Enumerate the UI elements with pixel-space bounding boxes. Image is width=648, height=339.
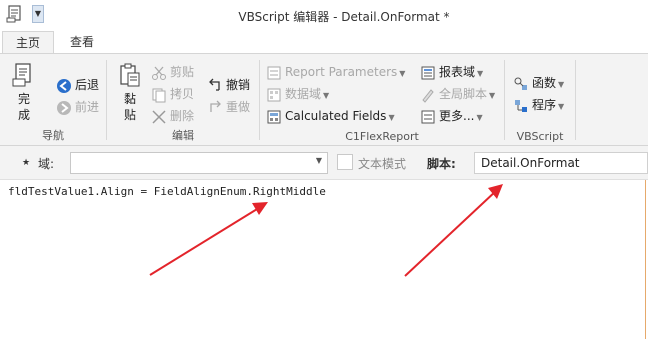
more-button[interactable]: 更多... ▼ <box>420 107 483 125</box>
text-mode-label: 文本模式 <box>358 157 407 171</box>
forward-arrow-icon <box>57 100 71 115</box>
chevron-down-icon: ▼ <box>399 69 406 78</box>
data-fields-button[interactable]: 数据域 ▼ <box>266 85 329 103</box>
functions-icon <box>514 77 527 90</box>
procedures-icon <box>515 99 527 112</box>
chevron-down-icon: ▼ <box>323 91 330 100</box>
chevron-down-icon: ▼ <box>315 156 322 165</box>
functions-label: 函数 <box>532 76 557 90</box>
report-parameters-label: Report Parameters <box>285 65 398 79</box>
asterisk-icon: ★ <box>22 158 31 168</box>
nav-group-label: 导航 <box>42 129 64 142</box>
code-editor[interactable]: fldTestValue1.Align = FieldAlignEnum.Rig… <box>0 180 646 339</box>
paste-button[interactable]: 黏 贴 <box>115 62 145 123</box>
tab-view[interactable]: 查看 <box>58 31 106 54</box>
forward-label: 前进 <box>75 100 100 114</box>
undo-button[interactable]: 撤销 <box>207 76 250 94</box>
procedures-label: 程序 <box>532 98 557 112</box>
back-arrow-icon <box>57 78 71 93</box>
flexreport-group: Report Parameters ▼ 数据域 ▼ Calculated Field… <box>260 54 504 146</box>
field-label: 域: <box>38 157 55 171</box>
chevron-down-icon: ▼ <box>558 80 565 89</box>
chevron-down-icon: ▼ <box>476 113 483 122</box>
report-fields-button[interactable]: 报表域 ▼ <box>420 63 483 81</box>
report-parameters-icon <box>267 66 281 79</box>
chevron-down-icon: ▼ <box>477 69 484 78</box>
vbscript-group: 函数 ▼ 程序 ▼ VBScript <box>505 54 575 146</box>
chevron-down-icon: ▼ <box>489 91 496 100</box>
functions-button[interactable]: 函数 ▼ <box>513 74 564 92</box>
field-select[interactable]: ▼ <box>70 152 328 174</box>
undo-label: 撤销 <box>226 78 251 92</box>
report-fields-icon <box>421 66 435 79</box>
vbscript-group-label: VBScript <box>516 130 564 143</box>
calculated-fields-icon <box>267 110 281 123</box>
calculated-fields-button[interactable]: Calculated Fields ▼ <box>266 107 395 125</box>
finish-button[interactable]: 完 成 <box>8 62 40 123</box>
field-bar: ★ 域: ▼ 文本模式 脚本: Detail.OnFormat <box>0 146 648 180</box>
data-fields-label: 数据域 <box>285 87 322 101</box>
nav-group: 完 成 后退 前进 导航 <box>0 54 106 146</box>
report-fields-label: 报表域 <box>439 65 476 79</box>
chevron-down-icon: ▼ <box>388 113 395 122</box>
global-script-button[interactable]: 全局脚本 ▼ <box>420 85 495 103</box>
ribbon: 完 成 后退 前进 导航 黏 贴 剪贴 拷贝 删除 撤销 重做 编辑 Repor… <box>0 53 648 146</box>
report-parameters-button[interactable]: Report Parameters ▼ <box>266 63 405 81</box>
script-name-field[interactable]: Detail.OnFormat <box>474 152 648 174</box>
paste-label-2: 贴 <box>123 108 136 122</box>
redo-label: 重做 <box>226 100 251 114</box>
back-label: 后退 <box>75 78 100 92</box>
cut-label: 剪贴 <box>170 65 195 79</box>
code-line: fldTestValue1.Align = FieldAlignEnum.Rig… <box>8 185 326 198</box>
tab-home[interactable]: 主页 <box>2 31 54 54</box>
calculated-fields-label: Calculated Fields <box>285 109 387 123</box>
chevron-down-icon: ▼ <box>558 102 565 111</box>
undo-icon <box>209 78 220 91</box>
ribbon-tabs: 主页 查看 <box>0 31 648 54</box>
delete-icon <box>152 109 166 124</box>
cut-button[interactable]: 剪贴 <box>151 63 194 81</box>
title-bar: ▼ VBScript 编辑器 - Detail.OnFormat * <box>0 0 648 31</box>
group-separator <box>575 60 576 140</box>
edit-group: 黏 贴 剪贴 拷贝 删除 撤销 重做 编辑 <box>107 54 259 146</box>
global-script-icon <box>422 88 434 103</box>
finish-label-1: 完 <box>17 92 30 106</box>
finish-label-2: 成 <box>17 108 30 122</box>
window-title: VBScript 编辑器 - Detail.OnFormat * <box>238 10 450 24</box>
paste-label-1: 黏 <box>123 92 136 106</box>
delete-label: 删除 <box>170 109 195 123</box>
finish-icon <box>12 63 31 87</box>
scissors-icon <box>152 66 166 80</box>
script-label: 脚本: <box>427 157 456 171</box>
copy-label: 拷贝 <box>170 87 195 101</box>
global-script-label: 全局脚本 <box>439 87 488 101</box>
more-label: 更多... <box>439 109 475 123</box>
paste-icon <box>120 63 140 87</box>
back-button[interactable]: 后退 <box>56 76 99 94</box>
text-mode-checkbox[interactable] <box>337 154 353 170</box>
flexreport-group-label: C1FlexReport <box>345 130 419 143</box>
edit-group-label: 编辑 <box>172 129 194 142</box>
redo-button[interactable]: 重做 <box>207 98 250 116</box>
data-fields-icon <box>267 88 281 101</box>
copy-icon <box>152 88 166 102</box>
copy-button[interactable]: 拷贝 <box>151 85 194 103</box>
redo-icon <box>210 100 221 112</box>
forward-button[interactable]: 前进 <box>56 98 99 116</box>
more-icon <box>421 110 435 123</box>
delete-button[interactable]: 删除 <box>151 107 194 125</box>
procedures-button[interactable]: 程序 ▼ <box>513 96 564 114</box>
